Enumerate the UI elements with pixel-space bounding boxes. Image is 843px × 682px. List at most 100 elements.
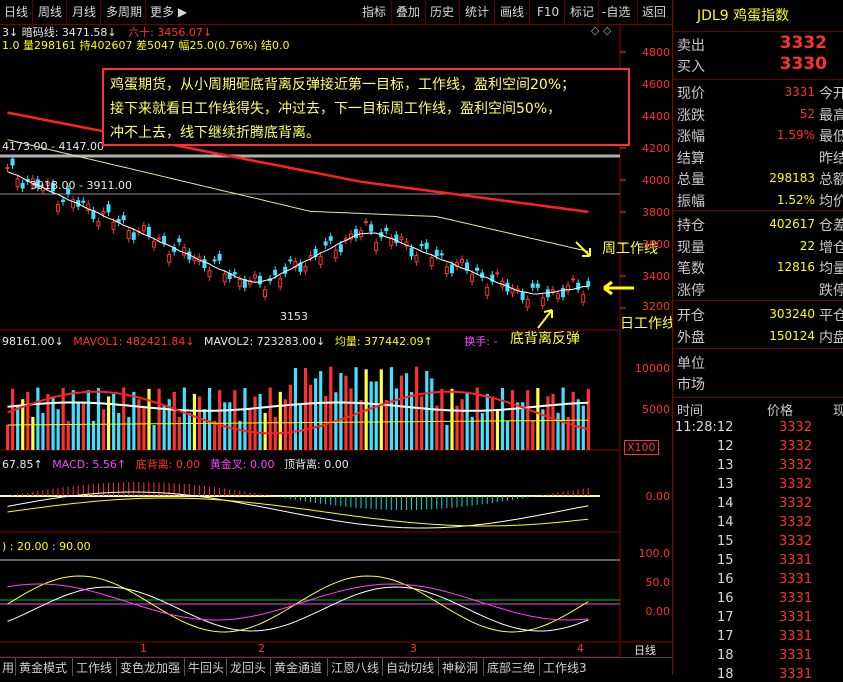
- indicator-button[interactable]: 指标: [362, 3, 386, 21]
- volume-bar: [521, 402, 525, 450]
- quote-label-secondary: 均价: [819, 193, 843, 210]
- candle-body: [182, 247, 187, 256]
- market-label: 市场: [677, 377, 705, 393]
- tick-price: 3332: [779, 534, 813, 549]
- quote-label: 笔数: [677, 261, 705, 277]
- candle-body: [384, 227, 389, 232]
- tick-price: 3332: [779, 496, 813, 511]
- candle-body: [263, 289, 268, 298]
- quote-value: 52: [799, 106, 815, 121]
- volume-bar: [586, 388, 590, 450]
- tab-monthly[interactable]: 月线: [72, 3, 96, 21]
- candle-body: [101, 210, 106, 215]
- volume-bar: [147, 388, 151, 450]
- quote-label-secondary: 平仓: [819, 308, 843, 324]
- tab-indicator-0[interactable]: 用: [2, 659, 14, 676]
- volume-bar: [243, 387, 247, 450]
- candle-body: [369, 224, 374, 232]
- candle-body: [5, 167, 10, 170]
- volume-bar: [101, 409, 106, 450]
- candle-body: [571, 278, 576, 281]
- quote-label: 现量: [677, 239, 705, 256]
- tab-indicator-4[interactable]: 牛回头: [188, 659, 224, 676]
- tab-indicator-8[interactable]: 自动切线: [386, 659, 434, 676]
- candle-body: [439, 253, 444, 256]
- candle-body: [525, 298, 530, 308]
- volume-bar: [470, 416, 474, 450]
- candle-body: [126, 230, 131, 239]
- volume-bar: [571, 391, 575, 450]
- candle-body: [10, 158, 15, 166]
- price-axis-3800: 3800: [642, 206, 670, 219]
- price-axis-4600: 4600: [642, 78, 670, 91]
- tab-indicator-11[interactable]: 工作线3: [543, 659, 587, 676]
- divider: [494, 0, 495, 24]
- volume-bar: [389, 367, 393, 450]
- tab-indicator-10[interactable]: 底部三绝: [487, 659, 535, 676]
- tab-indicator-2[interactable]: 工作线: [76, 659, 112, 676]
- quote-value: 150124: [769, 328, 815, 343]
- tab-indicator-6[interactable]: 黄金通道: [274, 659, 322, 676]
- volume-bar: [172, 391, 176, 450]
- tick-price: 3332: [779, 439, 813, 454]
- volume-bar: [566, 417, 570, 450]
- overlay-button[interactable]: 叠加: [396, 3, 420, 21]
- macd-header: 67.85↑ MACD: 5.56↑ 底背离: 0.00 黄金叉: 0.00 顶…: [2, 458, 349, 471]
- tab-multi-period[interactable]: 多周期: [106, 3, 142, 21]
- divider: [100, 0, 101, 24]
- mid-range-label: 3918.00 - 3911.00: [30, 179, 132, 192]
- tab-indicator-1[interactable]: 黄金模式: [19, 659, 67, 676]
- candle-body: [61, 199, 66, 203]
- candle-body: [318, 256, 323, 265]
- volume-header: 98161.00↓ MAVOL1: 482421.84↓ MAVOL2: 723…: [2, 335, 498, 348]
- volume-bar: [430, 378, 434, 450]
- quote-value: 303240: [769, 307, 815, 321]
- divider: [529, 0, 530, 24]
- volume-bar: [374, 381, 378, 450]
- tab-indicator-3[interactable]: 变色龙加强: [120, 659, 180, 676]
- volume-bar: [16, 405, 20, 450]
- add-watchlist-button[interactable]: -自选: [602, 3, 630, 21]
- candle-body: [141, 225, 146, 232]
- divider: [438, 658, 439, 676]
- daily-work-line-label: 日工作线: [620, 316, 676, 332]
- settings-icon[interactable]: ◇ ◇: [591, 24, 611, 37]
- candle-body: [202, 259, 207, 268]
- tab-indicator-5[interactable]: 龙回头: [230, 659, 266, 676]
- price-axis-3200: 3200: [642, 300, 670, 313]
- back-button[interactable]: 返回: [642, 3, 666, 21]
- divider: [184, 658, 185, 676]
- tab-indicator-9[interactable]: 神秘洞: [442, 659, 478, 676]
- mark-button[interactable]: 标记: [570, 3, 594, 21]
- chevron-down-icon: ▶: [174, 5, 188, 19]
- volume-bar: [384, 400, 388, 450]
- tick-price: 3332: [779, 458, 813, 473]
- volume-bar: [293, 368, 298, 450]
- draw-line-button[interactable]: 画线: [500, 3, 524, 21]
- volume-bar: [66, 420, 70, 450]
- tab-indicator-7[interactable]: 江恩八线: [331, 659, 379, 676]
- candle-body: [167, 254, 172, 263]
- price-axis-4000: 4000: [642, 174, 670, 187]
- price-axis-3600: 3600: [642, 238, 670, 251]
- volume-bar: [162, 405, 166, 450]
- quote-label: 涨幅: [677, 129, 705, 145]
- top-toolbar: 日线 周线 月线 多周期 更多 ▶ 指标 叠加 历史 统计 画线 F10 标记 …: [0, 0, 672, 25]
- candle-body: [449, 264, 454, 274]
- candle-body: [419, 244, 424, 247]
- candle-body: [232, 272, 237, 275]
- kdj-j-line: [7, 583, 589, 621]
- candle-body: [434, 249, 439, 257]
- volume-bar: [36, 387, 40, 450]
- f10-button[interactable]: F10: [537, 3, 559, 21]
- tab-weekly[interactable]: 周线: [38, 3, 62, 21]
- statistics-button[interactable]: 统计: [465, 3, 489, 21]
- history-button[interactable]: 历史: [430, 3, 454, 21]
- tick-price: 3331: [779, 572, 813, 587]
- tab-daily[interactable]: 日线: [4, 3, 28, 21]
- macd-panel: [0, 482, 600, 529]
- volume-bar: [152, 424, 156, 450]
- candle-body: [237, 279, 242, 287]
- tick-price: 3331: [779, 591, 813, 606]
- more-menu-button[interactable]: 更多 ▶: [150, 3, 187, 21]
